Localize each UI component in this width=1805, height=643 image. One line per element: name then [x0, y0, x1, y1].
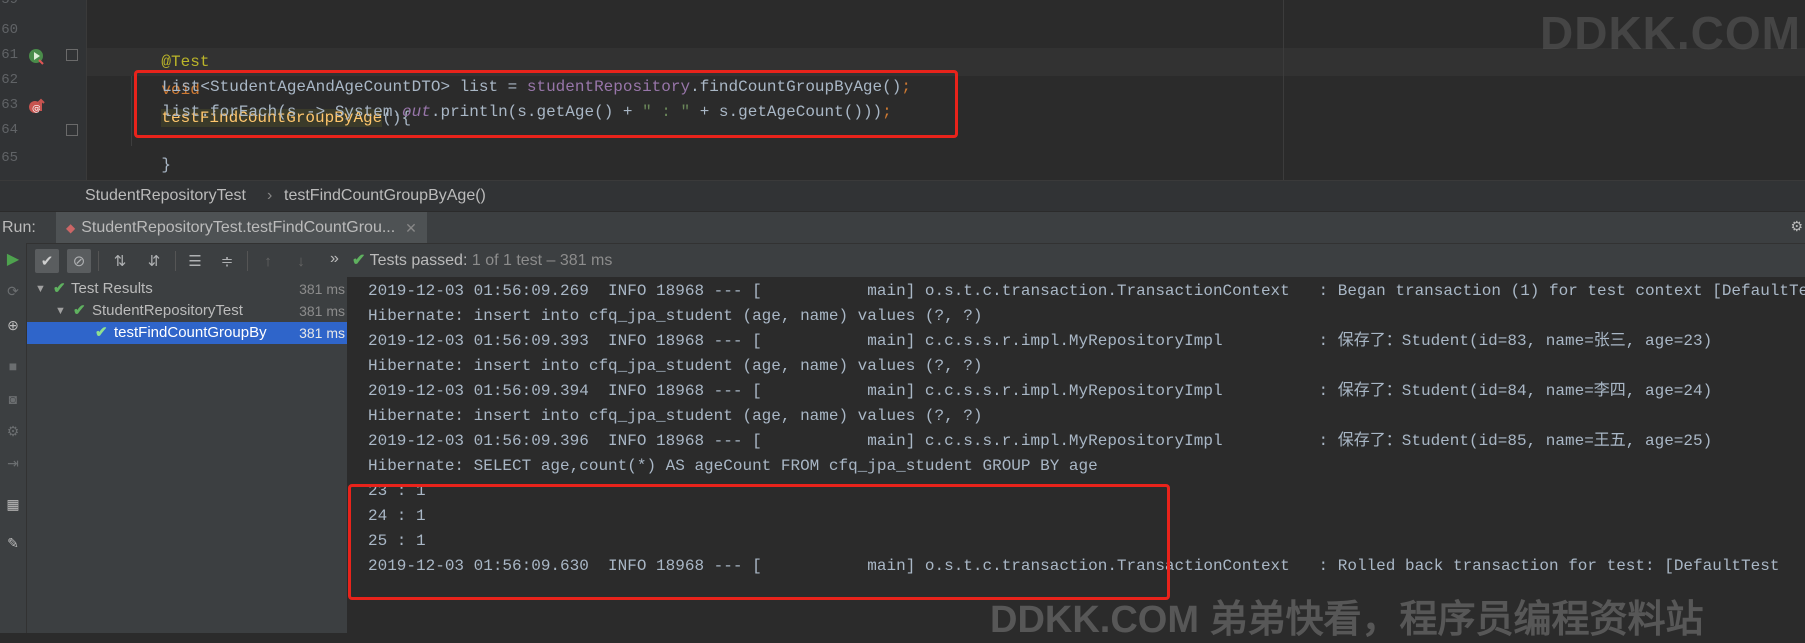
collapse-all-button[interactable]: ≑	[215, 249, 239, 273]
tree-item-label: StudentRepositoryTest	[92, 302, 243, 319]
passed-icon: ✔	[73, 302, 86, 319]
expand-all-icon: ☰	[188, 253, 202, 270]
expand-arrow-icon[interactable]: ▼	[55, 300, 66, 322]
console-line: 2019-12-03 01:56:09.269 INFO 18968 --- […	[368, 282, 1805, 300]
passed-icon: ✔	[95, 324, 108, 341]
run-test-gutter-icon[interactable]	[28, 48, 46, 66]
collapse-all-icon: ≑	[220, 253, 234, 270]
line-number: 62	[1, 72, 18, 88]
console-line: Hibernate: SELECT age,count(*) AS ageCou…	[368, 457, 1098, 475]
highlight-box	[348, 484, 1170, 600]
console-line: Hibernate: insert into cfq_jpa_student (…	[368, 307, 983, 325]
console-line: Hibernate: insert into cfq_jpa_student (…	[368, 357, 983, 375]
run-label: Run:	[2, 219, 36, 236]
tests-status: ✔ Tests passed: 1 of 1 test – 381 ms	[352, 250, 612, 270]
tree-item-selected[interactable]: ✔ testFindCountGroupBy 381 ms	[27, 322, 347, 344]
exit-icon[interactable]: ⇥	[4, 455, 22, 473]
run-config-icon: ◆	[66, 221, 76, 235]
code-token: }	[161, 156, 172, 174]
sort-alpha-icon: ⇅	[113, 253, 127, 270]
camera-icon[interactable]: ◙	[4, 391, 22, 409]
line-number: 59	[1, 0, 18, 8]
line-number: 60	[1, 22, 18, 38]
pin-icon[interactable]: ✎	[4, 535, 22, 553]
tree-item-time: 381 ms	[299, 303, 345, 319]
fold-marker[interactable]	[66, 124, 78, 136]
watermark: DDKK.COM	[1540, 7, 1801, 59]
passed-icon: ✔	[53, 280, 66, 297]
passed-check-icon: ✔	[352, 252, 366, 269]
line-number: 61	[1, 47, 18, 63]
line-number: 64	[1, 122, 18, 138]
previous-failed-button[interactable]: ↑	[256, 249, 280, 273]
test-results-tree[interactable]: ▼ ✔ Test Results 381 ms ▼ ✔ StudentRepos…	[27, 277, 348, 633]
tree-item[interactable]: ▼ ✔ StudentRepositoryTest 381 ms	[27, 300, 347, 322]
expand-arrow-icon[interactable]: ▼	[35, 278, 46, 300]
run-side-toolbar: ▶ ⟳ ⊕ ■ ◙ ⚙ ⇥ ▦ ✎	[0, 243, 27, 633]
sort-alphabetically-button[interactable]: ⇅	[108, 249, 132, 273]
expand-all-button[interactable]: ☰	[183, 249, 207, 273]
highlight-box	[134, 70, 958, 138]
tests-status-prefix: Tests passed:	[369, 252, 468, 269]
breadcrumb-separator: ›	[267, 187, 273, 204]
line-number: 65	[1, 150, 18, 166]
show-ignored-button[interactable]: ⊘	[67, 249, 91, 273]
rerun-failed-icon[interactable]: ⟳	[4, 283, 22, 301]
svg-text:@: @	[32, 104, 41, 114]
arrow-up-icon: ↑	[264, 252, 272, 270]
tree-item-time: 381 ms	[299, 281, 345, 297]
toolbar-separator	[98, 251, 99, 271]
stop-icon[interactable]: ■	[4, 358, 22, 376]
tree-item-time: 381 ms	[299, 325, 345, 341]
sort-by-duration-button[interactable]: ⇵	[142, 249, 166, 273]
right-margin-guide	[1283, 0, 1284, 180]
console-line: 2019-12-03 01:56:09.396 INFO 18968 --- […	[368, 432, 1713, 450]
run-tab-title: StudentRepositoryTest.testFindCountGrou.…	[81, 219, 396, 236]
toolbar-overflow[interactable]: »	[330, 250, 339, 268]
arrow-down-icon: ↓	[297, 252, 305, 270]
check-icon: ✔	[40, 253, 54, 270]
show-passed-button[interactable]: ✔	[35, 249, 59, 273]
console-output[interactable]: 2019-12-03 01:56:09.269 INFO 18968 --- […	[348, 277, 1805, 633]
ignored-icon: ⊘	[72, 253, 86, 270]
sort-duration-icon: ⇵	[147, 253, 161, 270]
toolbar-separator	[175, 251, 176, 271]
console-line: 2019-12-03 01:56:09.393 INFO 18968 --- […	[368, 332, 1713, 350]
run-tab[interactable]: ◆ StudentRepositoryTest.testFindCountGro…	[56, 212, 427, 244]
settings-icon[interactable]: ⚙	[4, 423, 22, 441]
run-tool-window-header: Run: ◆ StudentRepositoryTest.testFindCou…	[0, 211, 1805, 244]
console-line: 2019-12-03 01:56:09.394 INFO 18968 --- […	[368, 382, 1713, 400]
tree-item-label: testFindCountGroupBy	[114, 324, 267, 341]
line-number: 63	[1, 97, 18, 113]
next-failed-button[interactable]: ↓	[289, 249, 313, 273]
watermark: DDKK.COM 弟弟快看，程序员编程资料站	[990, 599, 1704, 641]
layout-icon[interactable]: ▦	[4, 496, 22, 514]
code-line-60: @Test	[123, 20, 209, 71]
rerun-icon[interactable]: ▶	[4, 249, 22, 268]
toggle-auto-test-icon[interactable]: ⊕	[4, 317, 22, 335]
run-toolbar: ✔ ⊘ ⇅ ⇵ ☰ ≑ ↑ ↓ » ✔ Tests passed: 1 of 1…	[0, 243, 1805, 279]
toolbar-separator	[247, 251, 248, 271]
breadcrumb-method[interactable]: testFindCountGroupByAge()	[284, 187, 486, 205]
code-editor[interactable]: 59 60 61 62 63 64 65 @ @Test void testFi…	[0, 0, 1805, 180]
tree-item-label: Test Results	[71, 280, 153, 297]
fold-marker[interactable]	[66, 49, 78, 61]
tests-status-detail: 1 of 1 test – 381 ms	[471, 252, 613, 269]
close-tab-icon[interactable]: ✕	[405, 220, 417, 237]
editor-gutter[interactable]: 59 60 61 62 63 64 65 @	[0, 0, 87, 180]
console-line: Hibernate: insert into cfq_jpa_student (…	[368, 407, 983, 425]
method-override-gutter-icon[interactable]: @	[28, 97, 46, 115]
breadcrumb: StudentRepositoryTest › testFindCountGro…	[0, 180, 1805, 211]
breadcrumb-class[interactable]: StudentRepositoryTest	[85, 187, 246, 205]
tree-item[interactable]: ▼ ✔ Test Results 381 ms	[27, 278, 347, 300]
settings-icon[interactable]: ⚙	[1790, 218, 1803, 235]
